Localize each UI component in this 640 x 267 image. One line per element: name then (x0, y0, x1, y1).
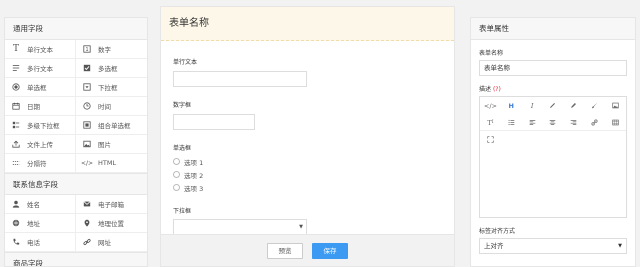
strikethrough-icon[interactable] (543, 97, 564, 114)
field-time[interactable]: 时间 (76, 97, 147, 116)
cascade-icon (11, 120, 21, 130)
field-palette: 通用字段 T 单行文本 1 数字 多行文本 多选框 单选框 下拉框 日期 时间 多级… (4, 17, 148, 267)
text-size-icon[interactable]: TI (480, 114, 501, 131)
table-icon[interactable] (605, 114, 626, 131)
svg-text:1: 1 (85, 47, 88, 53)
save-button[interactable]: 保存 (312, 243, 348, 259)
field-cascade[interactable]: 多级下拉框 (5, 116, 76, 135)
field-image[interactable]: 图片 (76, 135, 147, 154)
field-combo-radio[interactable]: 组合单选框 (76, 116, 147, 135)
field-name[interactable]: 姓名 (5, 195, 76, 214)
field-url[interactable]: 网址 (76, 233, 147, 252)
radio-icon (11, 82, 21, 92)
align-left-icon[interactable] (522, 114, 543, 131)
phone-icon (11, 237, 21, 247)
dropdown-icon (82, 82, 92, 92)
link-insert-icon[interactable] (584, 114, 605, 131)
field-html[interactable]: </> HTML (76, 154, 147, 173)
number-label: 数字框 (173, 102, 192, 109)
label-align-label: 标签对齐方式 (479, 228, 516, 235)
code-icon: </> (80, 159, 94, 167)
number-icon: 1 (82, 44, 92, 54)
caret-down-icon: ▼ (299, 224, 303, 230)
radio-circle (173, 158, 180, 165)
user-icon (11, 199, 21, 209)
italic-icon[interactable]: I (522, 97, 543, 114)
single-text-label: 单行文本 (173, 59, 198, 66)
field-textarea[interactable]: 多行文本 (5, 59, 76, 78)
heading-icon[interactable]: H (501, 97, 522, 114)
preview-button[interactable]: 预览 (267, 243, 303, 259)
field-checkbox[interactable]: 多选框 (76, 59, 147, 78)
pen-icon[interactable] (563, 97, 584, 114)
checkbox-icon (82, 63, 92, 73)
number-input[interactable] (173, 114, 255, 130)
caret-down-icon: ▼ (618, 243, 622, 249)
brush-icon[interactable] (584, 97, 605, 114)
align-center-icon[interactable] (543, 114, 564, 131)
field-upload[interactable]: 文件上传 (5, 135, 76, 154)
description-label: 描述 (?) (479, 86, 501, 93)
section-title-product: 商品字段 (5, 252, 147, 266)
radio-label: 单选框 (173, 145, 192, 152)
list-icon[interactable] (501, 114, 522, 131)
radio-option[interactable]: 选项 1 (173, 155, 442, 168)
section-title-contact: 联系信息字段 (5, 173, 147, 195)
help-marker[interactable]: (?) (493, 86, 501, 93)
dropdown-label: 下拉框 (173, 208, 192, 215)
radio-option[interactable]: 选项 2 (173, 168, 442, 181)
image-insert-icon[interactable] (605, 97, 626, 114)
divider-icon (11, 158, 21, 168)
form-footer: 预览 保存 (161, 234, 454, 266)
radio-group: 选项 1 选项 2 选项 3 (173, 155, 442, 194)
field-dropdown[interactable]: 下拉框 (76, 78, 147, 97)
email-icon (82, 199, 92, 209)
radio-option[interactable]: 选项 3 (173, 181, 442, 194)
link-icon (82, 237, 92, 247)
textarea-icon (11, 63, 21, 73)
form-name-input[interactable]: 表单名称 (479, 60, 627, 76)
form-name-label: 表单名称 (479, 50, 504, 57)
upload-icon (11, 139, 21, 149)
radio-circle (173, 171, 180, 178)
clock-icon (82, 101, 92, 111)
code-view-icon[interactable]: </> (480, 97, 501, 114)
location-icon (82, 218, 92, 228)
fullscreen-icon[interactable] (480, 131, 501, 148)
form-title[interactable]: 表单名称 (161, 7, 454, 41)
form-body: 单行文本 数字框 单选框 选项 1 选项 2 选项 3 下拉框 ▼ (161, 57, 454, 236)
field-phone[interactable]: 电话 (5, 233, 76, 252)
image-icon (82, 139, 92, 149)
field-radio[interactable]: 单选框 (5, 78, 76, 97)
align-right-icon[interactable] (563, 114, 584, 131)
combo-radio-icon (82, 120, 92, 130)
field-date[interactable]: 日期 (5, 97, 76, 116)
description-editor[interactable]: </> H I TI (479, 96, 627, 218)
field-location[interactable]: 地理位置 (76, 214, 147, 233)
properties-title: 表单属性 (471, 18, 635, 40)
editor-toolbar: </> H I TI (480, 97, 626, 143)
field-email[interactable]: 电子邮箱 (76, 195, 147, 214)
form-canvas: 表单名称 单行文本 数字框 单选框 选项 1 选项 2 选项 3 下拉框 ▼ 预… (160, 6, 455, 267)
section-title-common: 通用字段 (5, 18, 147, 40)
address-icon (11, 218, 21, 228)
field-single-text[interactable]: T 单行文本 (5, 40, 76, 59)
text-icon: T (12, 44, 19, 54)
field-address[interactable]: 地址 (5, 214, 76, 233)
radio-circle (173, 184, 180, 191)
field-divider[interactable]: 分隔符 (5, 154, 76, 173)
label-align-select[interactable]: 上对齐 ▼ (479, 238, 627, 254)
contact-fields-grid: 姓名 电子邮箱 地址 地理位置 电话 网址 (5, 195, 147, 252)
calendar-icon (11, 101, 21, 111)
form-properties: 表单属性 表单名称 表单名称 描述 (?) </> H I TI 标签对齐方式 … (470, 17, 636, 267)
single-text-input[interactable] (173, 71, 307, 87)
field-number[interactable]: 1 数字 (76, 40, 147, 59)
common-fields-grid: T 单行文本 1 数字 多行文本 多选框 单选框 下拉框 日期 时间 多级下拉框 组… (5, 40, 147, 173)
